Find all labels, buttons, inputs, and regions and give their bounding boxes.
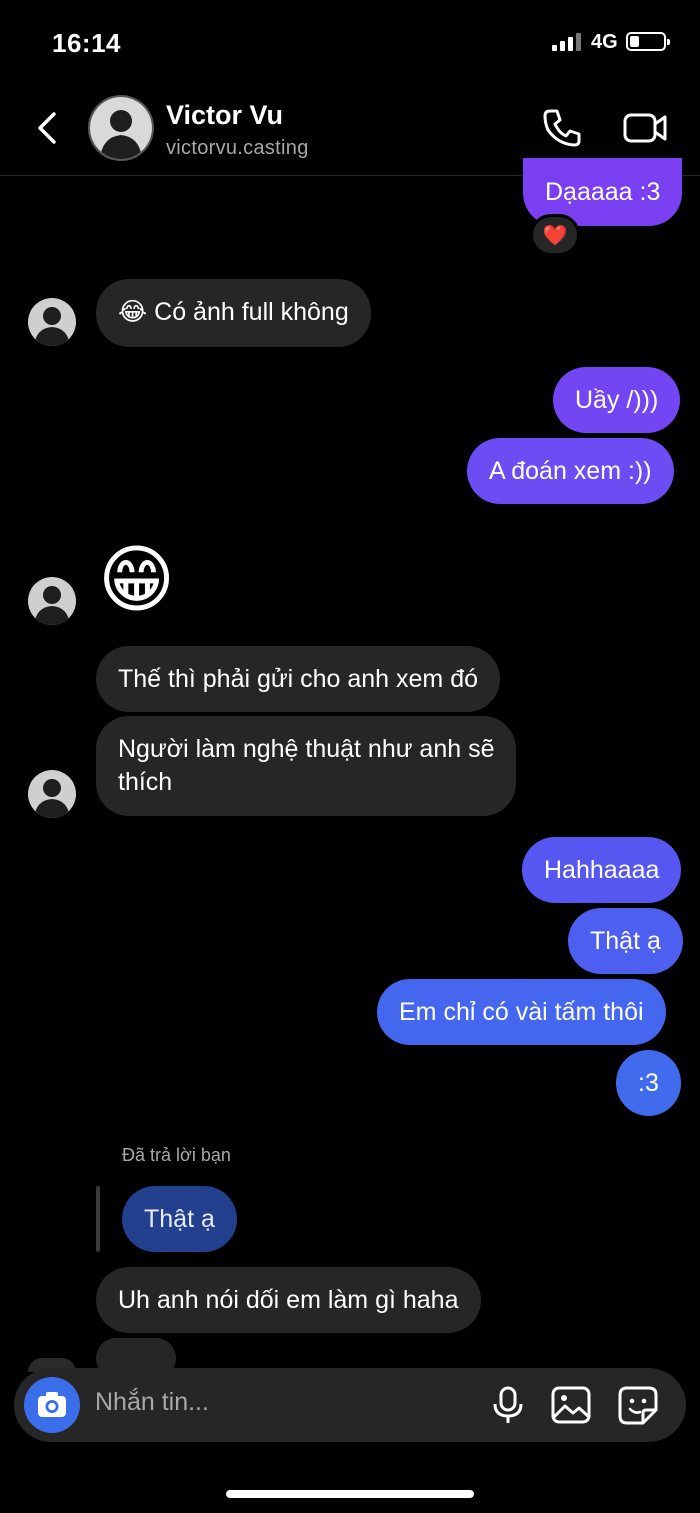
message-bubble-incoming[interactable]: 😂 Có ảnh full không [96, 279, 371, 347]
message-bubble-outgoing[interactable]: A đoán xem :)) [467, 438, 674, 504]
quoted-message[interactable]: Thật ạ [122, 1186, 237, 1252]
gallery-icon[interactable] [550, 1385, 592, 1425]
profile-photo-icon [28, 577, 76, 625]
phone-call-icon[interactable] [540, 106, 584, 150]
video-call-icon[interactable] [622, 108, 668, 148]
battery-icon [626, 32, 670, 51]
avatar[interactable] [28, 298, 76, 346]
message-bubble-outgoing[interactable]: :3 [616, 1050, 681, 1116]
avatar[interactable] [28, 577, 76, 625]
status-time: 16:14 [52, 28, 121, 58]
message-bubble-outgoing[interactable]: Thật ạ [568, 908, 683, 974]
signal-icon [552, 33, 582, 51]
camera-button[interactable] [24, 1377, 80, 1433]
contact-username[interactable]: victorvu.casting [166, 137, 309, 160]
profile-photo-icon [28, 770, 76, 818]
network-type: 4G [591, 31, 618, 53]
camera-icon [38, 1392, 66, 1417]
heart-reaction-icon[interactable]: ❤️ [530, 214, 580, 256]
profile-avatar[interactable] [88, 95, 154, 161]
profile-photo-icon [90, 97, 152, 159]
message-bubble-outgoing[interactable]: Uầy /))) [553, 367, 681, 433]
home-indicator[interactable] [226, 1490, 474, 1498]
replied-label: Đã trả lời bạn [122, 1145, 231, 1165]
profile-photo-icon [28, 298, 76, 346]
back-arrow-icon[interactable] [28, 108, 68, 148]
message-input[interactable]: Nhắn tin... [95, 1388, 209, 1417]
reply-quote-bar [96, 1186, 100, 1252]
message-bubble-incoming[interactable]: Người làm nghệ thuật như anh sẽ thích [96, 716, 517, 816]
emoji-message[interactable]: 😁 [98, 536, 175, 624]
message-bubble-outgoing[interactable]: Em chỉ có vài tấm thôi [377, 979, 666, 1045]
message-bubble-outgoing[interactable]: Hahhaaaa [522, 837, 682, 903]
contact-name[interactable]: Victor Vu [166, 100, 283, 131]
message-bubble-incoming[interactable]: Thế thì phải gửi cho anh xem đó [96, 646, 501, 712]
message-bubble-incoming[interactable]: Uh anh nói dối em làm gì haha [96, 1267, 481, 1333]
microphone-icon[interactable] [490, 1385, 526, 1425]
avatar[interactable] [28, 770, 76, 818]
sticker-icon[interactable] [617, 1385, 659, 1425]
